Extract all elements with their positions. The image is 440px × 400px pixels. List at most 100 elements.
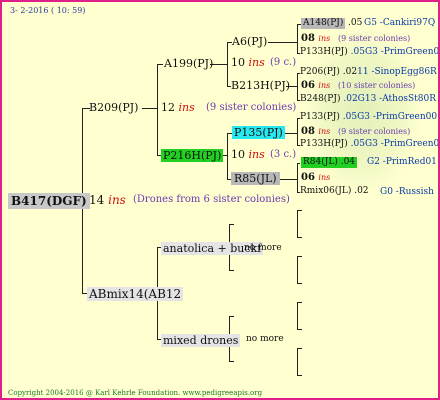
a148-code: .05	[348, 18, 363, 28]
queen-id: Rmix06(JL)	[300, 186, 352, 196]
queen-id: P206(PJ)	[300, 67, 340, 77]
drone-count: 12	[161, 101, 175, 114]
header-date: 3- 2-2016 ( 10: 59)	[10, 6, 86, 15]
p206-drones: 06 ins	[301, 81, 330, 91]
ins-marker: ins	[318, 127, 331, 136]
queen-id: P133(PJ)	[300, 112, 340, 122]
empty-bracket	[297, 210, 302, 211]
connector	[297, 73, 298, 101]
empty-bracket	[297, 348, 298, 376]
ins-marker: ins	[248, 56, 265, 69]
connector	[142, 108, 158, 109]
footer-copyright[interactable]: Copyright 2004-2016 @ Karl Kehrle Founda…	[8, 390, 262, 397]
queen-p135[interactable]: P135(PJ)	[232, 126, 285, 139]
queen-code: .05G3 -PrimGreen00	[350, 139, 440, 149]
drone-count: 10	[231, 148, 245, 161]
connector	[229, 270, 234, 271]
b209-sister-colonies: (9 sister colonies)	[206, 102, 297, 113]
anatolica-no-more: no more	[244, 243, 282, 253]
empty-bracket	[297, 210, 298, 238]
empty-bracket	[297, 237, 302, 238]
sire-queen-b209[interactable]: B209(PJ)	[89, 102, 138, 113]
queen-code: .05G3 -PrimGreen00	[350, 47, 440, 57]
root-sister-colonies: (Drones from 6 sister colonies)	[133, 194, 290, 205]
connector	[157, 64, 158, 156]
ins-marker: ins	[318, 81, 331, 90]
empty-bracket	[297, 348, 302, 349]
connector	[157, 64, 163, 65]
drone-count: 14	[89, 193, 105, 207]
a148-sister-colonies: (9 sister colonies)	[338, 34, 411, 43]
queen-p133[interactable]: P133(PJ) .05G3 -PrimGreen00	[300, 113, 437, 122]
empty-bracket	[297, 375, 302, 376]
queen-p133h-a[interactable]: P133H(PJ) .05G3 -PrimGreen00	[300, 47, 440, 57]
queen-id: P133H(PJ)	[300, 139, 348, 149]
p206-sister-colonies: (10 sister colonies)	[338, 81, 416, 90]
connector	[297, 118, 298, 146]
ins-marker: ins	[108, 193, 126, 207]
root-drone-count: 14 ins	[89, 194, 126, 206]
queen-a6[interactable]: A6(PJ)	[232, 36, 267, 47]
mixed-no-more: no more	[246, 334, 284, 344]
queen-code: .02G13 -AthosSt80R	[343, 94, 437, 104]
ins-marker: ins	[248, 148, 265, 161]
p133-drones: 08 ins	[301, 127, 330, 137]
queen-id: P133H(PJ)	[300, 47, 348, 57]
a148-label: G5 -Cankiri97Q	[364, 18, 436, 28]
connector	[227, 42, 228, 87]
connector	[297, 163, 298, 193]
queen-a199[interactable]: A199(PJ)	[164, 58, 213, 69]
queen-code: .04	[340, 157, 356, 167]
root-queen[interactable]: B417(DGF)	[8, 193, 90, 209]
queen-a148[interactable]: A148(PJ)	[301, 18, 346, 29]
p216-drone-count: 10 ins	[231, 149, 265, 160]
empty-bracket	[297, 302, 298, 330]
p216-sister-colonies: (3 c.)	[270, 149, 297, 160]
queen-r84[interactable]: R84(JL) .04	[301, 157, 358, 168]
ins-marker: ins	[318, 34, 331, 43]
ins-marker: ins	[178, 101, 195, 114]
drone-count: 10	[231, 56, 245, 69]
connector	[268, 42, 298, 43]
queen-code: .05G3 -PrimGreen00	[342, 112, 438, 122]
r84-label: G2 -PrimRed01	[367, 157, 437, 167]
connector	[229, 361, 234, 362]
queen-b248[interactable]: B248(PJ) .02G13 -AthosSt80R	[300, 95, 436, 104]
drone-count: 06	[301, 80, 315, 91]
queen-label: 11 -SinopEgg86R	[357, 67, 437, 77]
queen-rmix06[interactable]: Rmix06(JL) .02	[300, 187, 369, 196]
empty-bracket	[297, 302, 302, 303]
pedigree-frame: 3- 2-2016 ( 10: 59) B417(DGF) 14 ins (Dr…	[0, 0, 440, 400]
a199-drone-count: 10 ins	[231, 57, 265, 68]
queen-id: R84(JL)	[303, 157, 338, 167]
queen-code: .02	[342, 67, 358, 77]
empty-bracket	[297, 256, 298, 284]
connector	[297, 163, 300, 164]
connector	[227, 133, 228, 180]
queen-code: .02	[354, 186, 369, 196]
empty-bracket	[297, 256, 302, 257]
queen-p206[interactable]: P206(PJ) .0211 -SinopEgg86R	[300, 68, 437, 77]
queen-id: B248(PJ)	[300, 94, 341, 104]
empty-bracket	[297, 329, 302, 330]
empty-bracket	[297, 283, 302, 284]
drone-count: 08	[301, 126, 315, 137]
rmix-label: G0 -Russish	[380, 187, 434, 197]
connector	[297, 24, 298, 54]
r84-drones: 06 ins	[301, 173, 330, 183]
ins-marker: ins	[318, 173, 331, 182]
a148-drones: 08 ins	[301, 34, 330, 44]
queen-r85[interactable]: R85(JL)	[231, 172, 280, 185]
b209-drone-count: 12 ins	[161, 102, 195, 113]
connector	[229, 224, 234, 225]
dam-queen-abmix14[interactable]: ABmix14(AB12	[87, 287, 184, 301]
connector	[229, 316, 234, 317]
drone-count: 06	[301, 172, 315, 183]
queen-p216[interactable]: P216H(PJ)	[161, 149, 224, 162]
queen-b213[interactable]: B213H(PJ)	[231, 80, 290, 91]
p133-sister-colonies: (9 sister colonies)	[338, 127, 411, 136]
a199-sister-colonies: (9 c.)	[270, 57, 297, 68]
queen-p133h-b[interactable]: P133H(PJ) .05G3 -PrimGreen00	[300, 139, 440, 149]
mixed-drones[interactable]: mixed drones	[161, 334, 241, 347]
drone-count: 08	[301, 33, 315, 44]
